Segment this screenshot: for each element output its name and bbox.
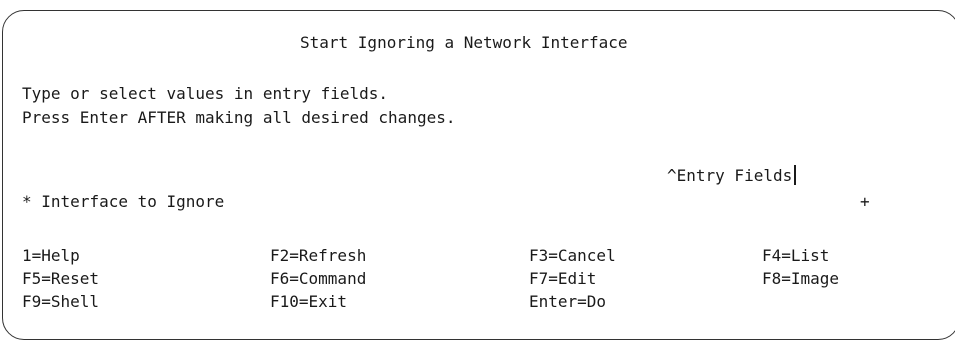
instruction-line-2: Press Enter AFTER making all desired cha… bbox=[22, 108, 456, 127]
exit-key[interactable]: F10=Exit bbox=[270, 290, 347, 313]
cancel-key[interactable]: F3=Cancel bbox=[529, 244, 616, 267]
image-key[interactable]: F8=Image bbox=[762, 267, 839, 290]
command-key[interactable]: F6=Command bbox=[270, 267, 366, 290]
smit-window-frame bbox=[2, 10, 955, 340]
entry-fields-header: ^Entry Fields bbox=[667, 165, 797, 187]
field-label-interface-to-ignore: Interface to Ignore bbox=[41, 192, 225, 211]
refresh-key[interactable]: F2=Refresh bbox=[270, 244, 366, 267]
screen-title: Start Ignoring a Network Interface bbox=[300, 33, 628, 52]
entry-fields-label: ^Entry Fields bbox=[667, 166, 793, 185]
required-marker: * bbox=[22, 192, 32, 211]
shell-key[interactable]: F9=Shell bbox=[22, 290, 99, 313]
instruction-line-1: Type or select values in entry fields. bbox=[22, 84, 389, 103]
list-indicator-plus[interactable]: + bbox=[860, 191, 870, 213]
reset-key[interactable]: F5=Reset bbox=[22, 267, 99, 290]
field-row-interface-to-ignore[interactable]: * Interface to Ignore + bbox=[22, 191, 882, 213]
help-key[interactable]: 1=Help bbox=[22, 244, 80, 267]
text-cursor bbox=[794, 165, 797, 185]
list-key[interactable]: F4=List bbox=[762, 244, 829, 267]
interface-to-ignore-input[interactable] bbox=[352, 191, 852, 213]
edit-key[interactable]: F7=Edit bbox=[529, 267, 596, 290]
enter-do-key[interactable]: Enter=Do bbox=[529, 290, 606, 313]
